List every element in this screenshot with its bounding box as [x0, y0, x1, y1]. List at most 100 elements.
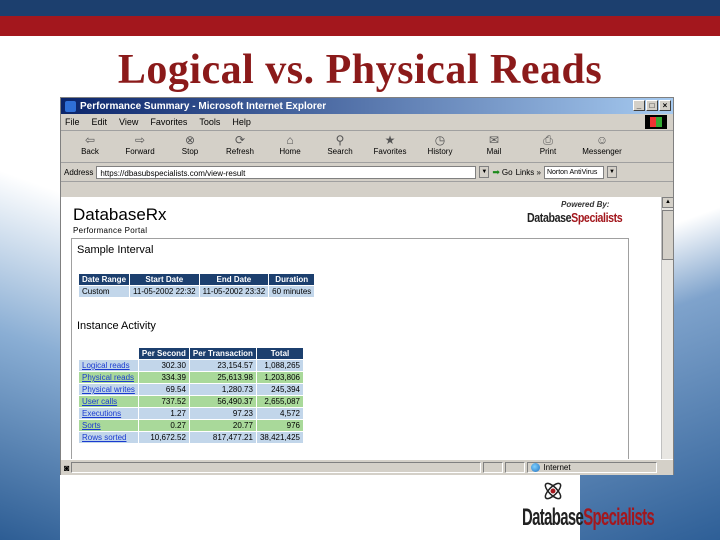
- header-per-second: Per Second: [138, 348, 189, 359]
- metric-link-executions[interactable]: Executions: [79, 408, 138, 419]
- cell-per-second: 10,672.52: [138, 432, 189, 443]
- powered-by-label: Powered By:: [561, 200, 610, 209]
- stop-button[interactable]: ⊗ Stop: [165, 133, 215, 161]
- cell-total: 1,203,806: [256, 372, 303, 383]
- cell-total: 2,655,087: [256, 396, 303, 407]
- search-icon: ⚲: [335, 133, 345, 147]
- scroll-thumb[interactable]: [662, 210, 674, 260]
- maximize-button[interactable]: □: [646, 100, 658, 111]
- norton-antivirus-button[interactable]: Norton AntiVirus: [543, 165, 604, 179]
- table-header-row: Per Second Per Transaction Total: [79, 348, 303, 359]
- status-bar: ◙ Internet: [61, 459, 673, 475]
- print-button[interactable]: ⎙ Print: [523, 133, 573, 161]
- links-button[interactable]: Links »: [516, 168, 541, 177]
- cell-per-second: 737.52: [138, 396, 189, 407]
- menu-file[interactable]: File: [65, 117, 80, 127]
- cell-per-transaction: 1,280.73: [189, 384, 256, 395]
- print-icon: ⎙: [543, 133, 553, 147]
- messenger-icon: ☺: [595, 133, 609, 147]
- header-date-range: Date Range: [79, 274, 130, 285]
- menu-bar: File Edit View Favorites Tools Help: [61, 114, 673, 131]
- status-cell: [483, 462, 504, 473]
- metric-link-physical-reads[interactable]: Physical reads: [79, 372, 138, 383]
- page-status-icon: ◙: [64, 462, 70, 473]
- cell-total: 4,572: [256, 408, 303, 419]
- address-dropdown-icon[interactable]: ▼: [479, 166, 490, 178]
- menu-favorites[interactable]: Favorites: [150, 117, 187, 127]
- atom-logo-icon: [544, 482, 562, 500]
- slide-left-swoosh: [0, 100, 60, 540]
- table-row: Custom 11-05-2002 22:32 11-05-2002 23:32…: [79, 286, 315, 297]
- header-blank: [79, 348, 138, 359]
- header-per-transaction: Per Transaction: [189, 348, 256, 359]
- cell-per-second: 1.27: [138, 408, 189, 419]
- menu-view[interactable]: View: [119, 117, 138, 127]
- table-row: Sorts 0.27 20.77 976: [79, 420, 303, 431]
- cell-end-date: 11-05-2002 23:32: [199, 286, 269, 297]
- cell-per-transaction: 56,490.37: [189, 396, 256, 407]
- metric-link-rows-sorted[interactable]: Rows sorted: [79, 432, 138, 443]
- cell-per-transaction: 25,613.98: [189, 372, 256, 383]
- address-label: Address: [64, 167, 94, 177]
- menu-edit[interactable]: Edit: [92, 117, 108, 127]
- menu-help[interactable]: Help: [232, 117, 251, 127]
- history-icon: ◷: [434, 133, 446, 147]
- cell-per-second: 334.39: [138, 372, 189, 383]
- cell-per-transaction: 23,154.57: [189, 360, 256, 371]
- cell-start-date: 11-05-2002 22:32: [130, 286, 199, 297]
- cell-per-second: 69.54: [138, 384, 189, 395]
- cell-per-transaction: 20.77: [189, 420, 256, 431]
- cell-per-transaction: 97.23: [189, 408, 256, 419]
- header-duration: Duration: [269, 274, 315, 285]
- forward-button[interactable]: ⇨ Forward: [115, 133, 165, 161]
- metric-link-physical-writes[interactable]: Physical writes: [79, 384, 138, 395]
- page-viewport: DatabaseRx Performance Portal Powered By…: [61, 197, 661, 459]
- home-button[interactable]: ⌂ Home: [265, 133, 315, 161]
- minimize-button[interactable]: _: [633, 100, 645, 111]
- metric-link-sorts[interactable]: Sorts: [79, 420, 138, 431]
- go-button[interactable]: ➡ Go: [492, 167, 512, 178]
- table-row: User calls 737.52 56,490.37 2,655,087: [79, 396, 303, 407]
- address-input[interactable]: https://dbasubspecialists.com/view-resul…: [96, 165, 477, 179]
- database-specialists-logo: DatabaseSpecialists: [527, 210, 623, 225]
- table-header-row: Date Range Start Date End Date Duration: [79, 274, 315, 285]
- slide-top-band: [0, 0, 720, 16]
- cell-per-second: 302.30: [138, 360, 189, 371]
- back-arrow-icon: ⇦: [84, 133, 96, 147]
- search-button[interactable]: ⚲ Search: [315, 133, 365, 161]
- status-text-cell: [71, 462, 482, 473]
- back-button[interactable]: ⇦ Back: [65, 133, 115, 161]
- cell-total: 38,421,425: [256, 432, 303, 443]
- windows-logo-icon: [645, 115, 667, 129]
- instance-activity-title: Instance Activity: [77, 320, 156, 332]
- scroll-up-icon[interactable]: ▲: [662, 197, 674, 208]
- table-row: Physical reads 334.39 25,613.98 1,203,80…: [79, 372, 303, 383]
- cell-duration: 60 minutes: [269, 286, 315, 297]
- mail-button[interactable]: ✉ Mail: [465, 133, 523, 161]
- cell-date-range: Custom: [79, 286, 130, 297]
- slide-red-band: [0, 16, 720, 36]
- table-row: Physical writes 69.54 1,280.73 245,394: [79, 384, 303, 395]
- status-cell: [505, 462, 526, 473]
- menu-tools[interactable]: Tools: [199, 117, 220, 127]
- refresh-button[interactable]: ⟳ Refresh: [215, 133, 265, 161]
- cell-total: 976: [256, 420, 303, 431]
- footer-logo-text: DatabaseSpecialists: [522, 504, 655, 531]
- mail-icon: ✉: [488, 133, 500, 147]
- window-titlebar[interactable]: Performance Summary - Microsoft Internet…: [61, 98, 673, 114]
- favorites-button[interactable]: ★ Favorites: [365, 133, 415, 161]
- norton-dropdown-icon[interactable]: ▼: [606, 166, 617, 178]
- sample-interval-title: Sample Interval: [77, 244, 154, 256]
- history-button[interactable]: ◷ History: [415, 133, 465, 161]
- close-button[interactable]: ×: [659, 100, 671, 111]
- stop-icon: ⊗: [184, 133, 196, 147]
- messenger-button[interactable]: ☺ Messenger: [573, 133, 631, 161]
- vertical-scrollbar[interactable]: ▲: [661, 197, 674, 459]
- header-total: Total: [256, 348, 303, 359]
- metric-link-logical-reads[interactable]: Logical reads: [79, 360, 138, 371]
- table-row: Rows sorted 10,672.52 817,477.21 38,421,…: [79, 432, 303, 443]
- metric-link-user-calls[interactable]: User calls: [79, 396, 138, 407]
- portal-subtitle: Performance Portal: [73, 226, 148, 235]
- slide-title: Logical vs. Physical Reads: [117, 47, 603, 93]
- portal-brand: DatabaseRx: [73, 205, 167, 224]
